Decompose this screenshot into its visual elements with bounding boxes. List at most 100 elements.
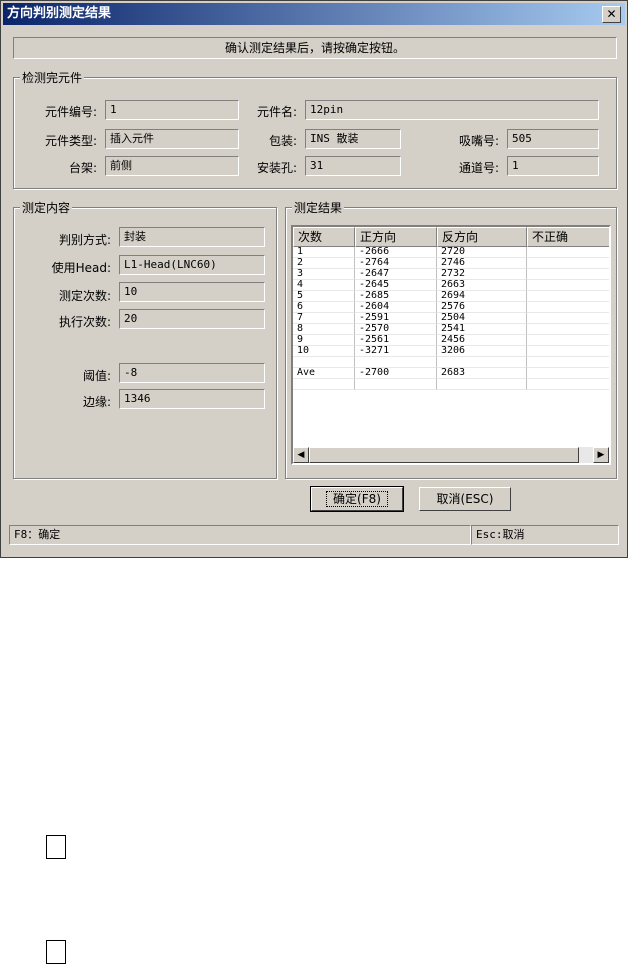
cell-forward: -2764 bbox=[355, 258, 437, 269]
cell-forward: -2570 bbox=[355, 324, 437, 335]
measure-count-label: 测定次数: bbox=[58, 289, 111, 303]
nozzle-field: 505 bbox=[507, 129, 599, 149]
scroll-right-button[interactable]: ▶ bbox=[593, 447, 609, 463]
head-field: L1-Head(LNC60) bbox=[119, 255, 265, 275]
table-row[interactable]: 7 -2591 2504 bbox=[293, 313, 609, 324]
mount-hole-field: 31 bbox=[305, 156, 401, 176]
cell-forward bbox=[355, 379, 437, 390]
result-table[interactable]: 次数 正方向 反方向 不正确 1 -2666 2720 2 -2764 2746 3 -264… bbox=[291, 225, 611, 465]
channel-label: 通道号: bbox=[458, 161, 499, 175]
cell-incorrect bbox=[527, 368, 609, 379]
status-left-text: F8：确定 bbox=[14, 528, 61, 541]
cell-reverse: 2504 bbox=[437, 313, 527, 324]
result-group-title: 测定结果 bbox=[292, 199, 345, 216]
table-row[interactable]: Ave -2700 2683 bbox=[293, 368, 609, 379]
cell-count: 1 bbox=[293, 247, 355, 258]
stage-label: 台架: bbox=[68, 161, 97, 175]
cell-forward: -2591 bbox=[355, 313, 437, 324]
col-header-forward[interactable]: 正方向 bbox=[355, 227, 437, 247]
cell-incorrect bbox=[527, 357, 609, 368]
judge-method-field: 封装 bbox=[119, 227, 265, 247]
cell-count: 2 bbox=[293, 258, 355, 269]
threshold-field: -8 bbox=[119, 363, 265, 383]
table-row[interactable]: 5 -2685 2694 bbox=[293, 291, 609, 302]
threshold-label: 阈值: bbox=[82, 369, 111, 383]
cell-reverse bbox=[437, 357, 527, 368]
table-row[interactable]: 8 -2570 2541 bbox=[293, 324, 609, 335]
col-header-count[interactable]: 次数 bbox=[293, 227, 355, 247]
cell-reverse: 2694 bbox=[437, 291, 527, 302]
cell-forward: -2645 bbox=[355, 280, 437, 291]
component-name-field: 12pin bbox=[305, 100, 599, 120]
dialog-window: 方向判别测定结果 ✕ 确认测定结果后，请按确定按钮。 检测完元件 元件编号: 1… bbox=[0, 0, 628, 558]
ok-button-label: 确定(F8) bbox=[326, 491, 388, 507]
measure-count-field: 10 bbox=[119, 282, 265, 302]
cell-incorrect bbox=[527, 335, 609, 346]
package-field: INS 散装 bbox=[305, 129, 401, 149]
cell-forward bbox=[355, 357, 437, 368]
cell-incorrect bbox=[527, 291, 609, 302]
col-header-reverse[interactable]: 反方向 bbox=[437, 227, 527, 247]
table-row[interactable]: 10 -3271 3206 bbox=[293, 346, 609, 357]
table-row[interactable] bbox=[293, 357, 609, 368]
table-row[interactable] bbox=[293, 379, 609, 390]
table-row[interactable]: 6 -2604 2576 bbox=[293, 302, 609, 313]
judge-method-label: 判别方式: bbox=[58, 233, 111, 247]
title-bar[interactable]: 方向判别测定结果 ✕ bbox=[3, 3, 625, 25]
scroll-left-button[interactable]: ◀ bbox=[293, 447, 309, 463]
table-row[interactable]: 3 -2647 2732 bbox=[293, 269, 609, 280]
cell-incorrect bbox=[527, 302, 609, 313]
stage-field: 前侧 bbox=[105, 156, 239, 176]
cell-incorrect bbox=[527, 379, 609, 390]
cell-reverse: 2576 bbox=[437, 302, 527, 313]
cell-count: 3 bbox=[293, 269, 355, 280]
cell-count: Ave bbox=[293, 368, 355, 379]
horizontal-scrollbar[interactable]: ◀ ▶ bbox=[293, 447, 609, 463]
cell-count: 5 bbox=[293, 291, 355, 302]
cell-reverse: 2663 bbox=[437, 280, 527, 291]
mount-hole-label: 安装孔: bbox=[256, 161, 297, 175]
window-title: 方向判别测定结果 bbox=[7, 6, 112, 21]
col-header-incorrect[interactable]: 不正确 bbox=[527, 227, 609, 247]
cancel-button[interactable]: 取消(ESC) bbox=[419, 487, 511, 511]
edge-label: 边缘: bbox=[82, 395, 111, 409]
cell-count: 10 bbox=[293, 346, 355, 357]
channel-field: 1 bbox=[507, 156, 599, 176]
component-group-title: 检测完元件 bbox=[20, 69, 85, 86]
ok-button[interactable]: 确定(F8) bbox=[310, 486, 404, 512]
status-left: F8：确定 bbox=[9, 525, 471, 545]
scroll-thumb[interactable] bbox=[309, 447, 579, 463]
cell-reverse: 2746 bbox=[437, 258, 527, 269]
component-number-field: 1 bbox=[105, 100, 239, 120]
status-right-text: Esc:取消 bbox=[476, 528, 525, 541]
close-button[interactable]: ✕ bbox=[602, 6, 621, 23]
cell-incorrect bbox=[527, 324, 609, 335]
table-row[interactable]: 4 -2645 2663 bbox=[293, 280, 609, 291]
cell-reverse: 2720 bbox=[437, 247, 527, 258]
table-row[interactable]: 9 -2561 2456 bbox=[293, 335, 609, 346]
result-table-body: 1 -2666 2720 2 -2764 2746 3 -2647 2732 4 -2645 2663… bbox=[293, 247, 609, 390]
cell-count: 6 bbox=[293, 302, 355, 313]
component-type-label: 元件类型: bbox=[44, 134, 97, 148]
package-label: 包装: bbox=[268, 134, 297, 148]
cell-count: 8 bbox=[293, 324, 355, 335]
component-type-field: 插入元件 bbox=[105, 129, 239, 149]
checkbox-2[interactable] bbox=[46, 940, 66, 964]
cell-reverse: 2732 bbox=[437, 269, 527, 280]
table-row[interactable]: 1 -2666 2720 bbox=[293, 247, 609, 258]
cell-count: 4 bbox=[293, 280, 355, 291]
cell-reverse: 2541 bbox=[437, 324, 527, 335]
cell-count: 7 bbox=[293, 313, 355, 324]
cell-incorrect bbox=[527, 313, 609, 324]
nozzle-label: 吸嘴号: bbox=[458, 134, 499, 148]
cell-count bbox=[293, 379, 355, 390]
cell-incorrect bbox=[527, 258, 609, 269]
cell-reverse: 3206 bbox=[437, 346, 527, 357]
result-table-header: 次数 正方向 反方向 不正确 bbox=[293, 227, 609, 247]
head-label: 使用Head: bbox=[51, 261, 111, 275]
table-row[interactable]: 2 -2764 2746 bbox=[293, 258, 609, 269]
cell-forward: -2647 bbox=[355, 269, 437, 280]
cell-forward: -2685 bbox=[355, 291, 437, 302]
checkbox-1[interactable] bbox=[46, 835, 66, 859]
component-number-label: 元件编号: bbox=[44, 105, 97, 119]
